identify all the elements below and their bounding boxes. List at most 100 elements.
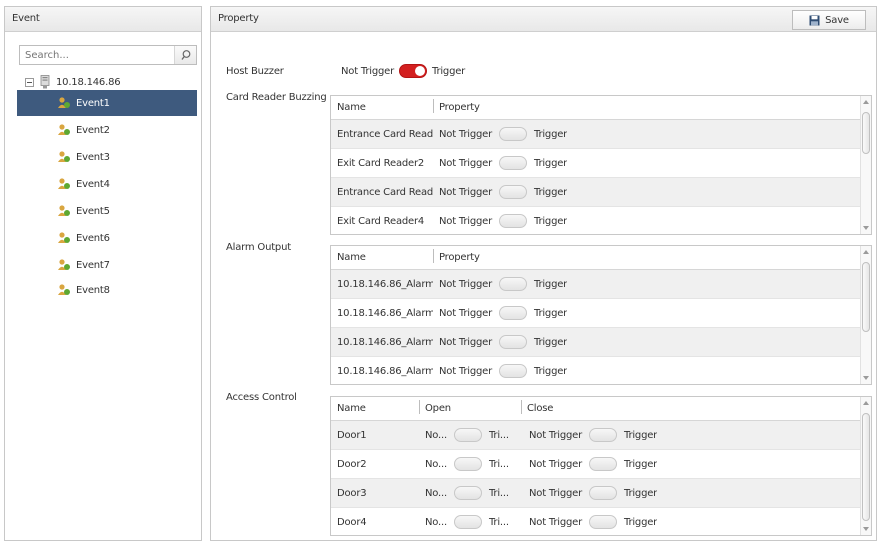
table-row[interactable]: 10.18.146.86_Alarm ... Not Trigger Trigg… <box>331 299 871 328</box>
event-icon <box>58 97 70 108</box>
trigger-toggle[interactable] <box>499 127 527 141</box>
scroll-thumb[interactable] <box>862 112 870 154</box>
save-icon <box>809 15 820 25</box>
event-icon <box>58 259 70 270</box>
vertical-scrollbar[interactable] <box>860 246 871 384</box>
row-name: 10.18.146.86_Alarm ... <box>337 307 433 319</box>
table-row[interactable]: 10.18.146.86_Alarm ... Not Trigger Trigg… <box>331 357 871 384</box>
event-label: Event8 <box>76 284 110 296</box>
device-label: 10.18.146.86 <box>56 76 121 88</box>
table-row[interactable]: Exit Card Reader4 Not Trigger Trigger <box>331 207 871 234</box>
table-row[interactable]: 10.18.146.86_Alarm ... Not Trigger Trigg… <box>331 328 871 357</box>
not-trigger-label: Not Trigger <box>529 516 582 528</box>
open-toggle[interactable] <box>453 457 482 471</box>
search-button[interactable] <box>174 46 196 64</box>
tree-item-event8[interactable]: Event8 <box>17 277 197 303</box>
column-header-name: Name <box>337 102 366 113</box>
table-row[interactable]: Door3 No... Tri... Not Trigger Trigger <box>331 479 871 508</box>
table-header: Name Open Close <box>331 397 871 421</box>
table-row[interactable]: Door2 No... Tri... Not Trigger Trigger <box>331 450 871 479</box>
table-row[interactable]: 10.18.146.86_Alarm ... Not Trigger Trigg… <box>331 270 871 299</box>
tree-root-device[interactable]: 10.18.146.86 <box>25 73 121 91</box>
column-header-name: Name <box>337 252 366 263</box>
vertical-scrollbar[interactable] <box>860 96 871 234</box>
alarm-output-label: Alarm Output <box>226 242 291 253</box>
open-toggle[interactable] <box>453 428 482 442</box>
scroll-down-arrow[interactable] <box>863 376 869 380</box>
column-header-property: Property <box>433 99 480 113</box>
table-row[interactable]: Entrance Card Read... Not Trigger Trigge… <box>331 178 871 207</box>
table-row[interactable]: Door4 No... Tri... Not Trigger Trigger <box>331 508 871 535</box>
tree-item-event1[interactable]: Event1 <box>17 90 197 116</box>
trigger-toggle[interactable] <box>499 185 527 199</box>
close-toggle[interactable] <box>589 515 617 529</box>
event-label: Event4 <box>76 178 110 190</box>
table-row[interactable]: Exit Card Reader2 Not Trigger Trigger <box>331 149 871 178</box>
row-name: Entrance Card Read... <box>337 186 433 198</box>
tree-item-event2[interactable]: Event2 <box>17 117 197 143</box>
open-toggle[interactable] <box>453 486 482 500</box>
card-reader-label: Card Reader Buzzing <box>226 92 327 103</box>
trigger-label: Trigger <box>534 307 568 319</box>
close-toggle[interactable] <box>589 457 617 471</box>
trigger-toggle[interactable] <box>499 156 527 170</box>
vertical-scrollbar[interactable] <box>860 397 871 535</box>
event-icon <box>58 124 70 135</box>
table-row[interactable]: Door1 No... Tri... Not Trigger Trigger <box>331 421 871 450</box>
tree-item-event3[interactable]: Event3 <box>17 144 197 170</box>
trigger-label: Trigger <box>534 128 568 140</box>
save-button[interactable]: Save <box>792 10 866 30</box>
close-toggle[interactable] <box>589 486 617 500</box>
scroll-down-arrow[interactable] <box>863 226 869 230</box>
trigger-label: Trigger <box>624 429 658 441</box>
row-name: 10.18.146.86_Alarm ... <box>337 365 433 377</box>
row-property: Not Trigger Trigger <box>433 214 567 228</box>
scroll-thumb[interactable] <box>862 262 870 332</box>
column-header-close: Close <box>521 400 553 414</box>
event-panel: Event 10.18.146.86 Event1 Event2 Event3 <box>4 6 202 541</box>
scroll-down-arrow[interactable] <box>863 527 869 531</box>
host-buzzer-switch[interactable]: Not Trigger Trigger <box>341 64 465 78</box>
trigger-toggle[interactable] <box>499 277 527 291</box>
search-box[interactable] <box>19 45 197 65</box>
event-panel-title: Event <box>12 13 40 24</box>
column-header-name: Name <box>337 403 366 414</box>
search-icon <box>181 50 191 60</box>
search-input[interactable] <box>20 46 170 64</box>
save-label: Save <box>825 14 849 26</box>
trigger-toggle[interactable] <box>499 364 527 378</box>
event-icon <box>58 151 70 162</box>
collapse-toggle[interactable] <box>25 77 34 87</box>
trigger-label: Trigger <box>624 487 658 499</box>
tree-item-event5[interactable]: Event5 <box>17 198 197 224</box>
table-row[interactable]: Entrance Card Read... Not Trigger Trigge… <box>331 120 871 149</box>
trigger-label: Tri... <box>488 458 509 470</box>
not-trigger-label: Not Trigger <box>529 429 582 441</box>
table-header: Name Property <box>331 96 871 120</box>
row-name: Door1 <box>337 429 367 441</box>
scroll-up-arrow[interactable] <box>863 100 869 104</box>
open-toggle[interactable] <box>453 515 482 529</box>
row-property: Not Trigger Trigger <box>433 185 567 199</box>
scroll-up-arrow[interactable] <box>863 250 869 254</box>
tree-item-event4[interactable]: Event4 <box>17 171 197 197</box>
tree-item-event7[interactable]: Event7 <box>17 252 197 278</box>
row-open: No... Tri... <box>419 486 523 500</box>
scroll-thumb[interactable] <box>862 413 870 521</box>
host-buzzer-toggle[interactable] <box>399 64 427 78</box>
close-toggle[interactable] <box>589 428 617 442</box>
not-trigger-label: Not Trigger <box>439 215 492 227</box>
event-icon <box>58 284 70 295</box>
row-name: Door3 <box>337 487 367 499</box>
not-trigger-label: Not Trigger <box>439 157 492 169</box>
event-label: Event1 <box>76 97 110 109</box>
trigger-toggle[interactable] <box>499 306 527 320</box>
tree-item-event6[interactable]: Event6 <box>17 225 197 251</box>
row-property: Not Trigger Trigger <box>433 156 567 170</box>
trigger-toggle[interactable] <box>499 335 527 349</box>
trigger-toggle[interactable] <box>499 214 527 228</box>
alarm-output-table: Name Property 10.18.146.86_Alarm ... Not… <box>330 245 872 385</box>
scroll-up-arrow[interactable] <box>863 401 869 405</box>
trigger-label: Trigger <box>624 516 658 528</box>
row-property: Not Trigger Trigger <box>433 335 567 349</box>
